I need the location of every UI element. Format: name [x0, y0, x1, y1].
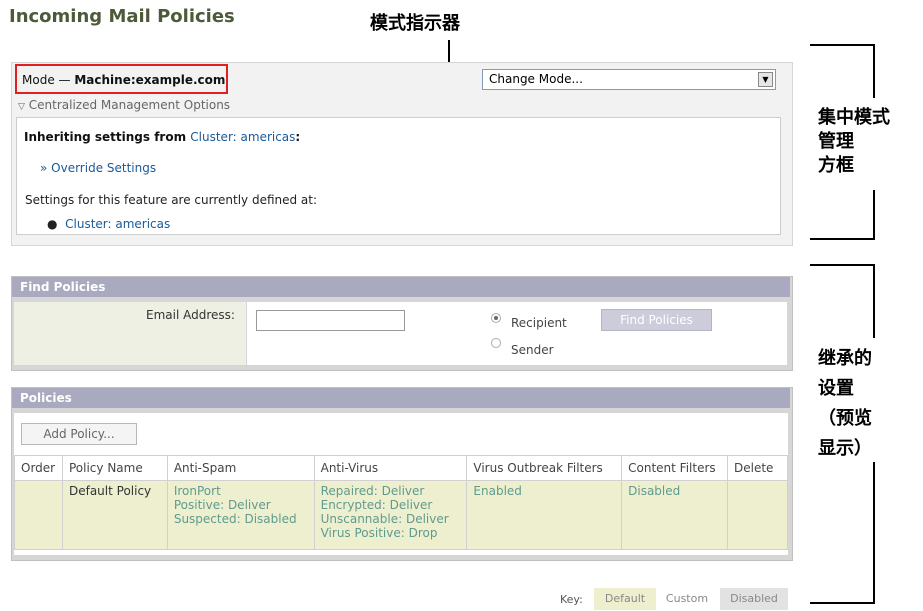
inheriting-line: Inheriting settings from Cluster: americ…: [24, 130, 300, 144]
bracket-vert-2a: [873, 264, 875, 338]
bracket-vert-1b: [873, 190, 875, 240]
col-delete: Delete: [726, 455, 789, 481]
find-policies-header: Find Policies: [12, 277, 790, 297]
defined-at-cluster-link[interactable]: Cluster: americas: [65, 217, 170, 231]
cmo-toggle-label: Centralized Management Options: [28, 98, 231, 112]
bracket-bottom-1: [810, 238, 874, 240]
add-policy-button[interactable]: Add Policy...: [21, 423, 137, 445]
email-address-input[interactable]: [256, 310, 405, 331]
defined-at-item: ● Cluster: americas: [47, 217, 170, 231]
find-policies-button[interactable]: Find Policies: [601, 309, 712, 331]
chevron-down-icon[interactable]: ▼: [758, 72, 773, 87]
sender-radio[interactable]: [491, 338, 501, 348]
inheriting-prefix: Inheriting settings from: [24, 130, 187, 144]
anti-virus-line-3[interactable]: Unscannable: Deliver: [321, 512, 461, 526]
content-filters-link[interactable]: Disabled: [628, 484, 721, 498]
change-mode-select[interactable]: Change Mode... ▼: [482, 69, 776, 90]
callout-inherited-line1: 继承的: [818, 348, 872, 369]
cell-order: [14, 480, 63, 550]
mode-indicator: Mode — Machine:example.com: [22, 73, 225, 87]
policies-table: Order Policy Name Anti-Spam Anti-Virus V…: [14, 455, 789, 550]
col-content-filters: Content Filters: [621, 455, 728, 481]
anti-virus-line-1[interactable]: Repaired: Deliver: [321, 484, 461, 498]
inheriting-cluster-link[interactable]: Cluster: americas: [190, 130, 295, 144]
callout-mode-indicator: 模式指示器: [370, 13, 460, 34]
override-settings-link[interactable]: » Override Settings: [40, 161, 156, 175]
sender-label: Sender: [511, 343, 554, 357]
callout-inherited: 继承的 设置 （预览 显示）: [818, 344, 872, 464]
callout-centralized-line3: 方框: [818, 155, 854, 176]
cell-anti-virus[interactable]: Repaired: Deliver Encrypted: Deliver Uns…: [313, 480, 468, 550]
callout-inherited-line2: 设置: [818, 378, 854, 399]
policies-header: Policies: [12, 388, 790, 408]
mode-value: Machine:example.com: [74, 73, 226, 87]
email-address-label: Email Address:: [146, 308, 235, 322]
anti-spam-line-3[interactable]: Suspected: Disabled: [174, 512, 308, 526]
cell-policy-name: Default Policy: [61, 480, 168, 550]
col-anti-spam: Anti-Spam: [166, 455, 315, 481]
key-label: Key:: [560, 593, 583, 606]
key-default: Default: [594, 588, 656, 610]
bracket-vert-2b: [873, 462, 875, 604]
cell-anti-spam[interactable]: IronPort Positive: Deliver Suspected: Di…: [166, 480, 315, 550]
bullet-icon: ●: [47, 217, 58, 231]
table-row: Default Policy IronPort Positive: Delive…: [14, 480, 789, 550]
change-mode-value: Change Mode...: [489, 72, 583, 86]
page-title: Incoming Mail Policies: [9, 6, 235, 27]
callout-centralized-box: 集中模式 管理 方框: [818, 106, 890, 178]
callout-centralized-line2: 管理: [818, 131, 854, 152]
recipient-label: Recipient: [511, 316, 567, 330]
col-anti-virus: Anti-Virus: [313, 455, 468, 481]
vof-link[interactable]: Enabled: [473, 484, 615, 498]
bracket-top-2: [810, 264, 874, 266]
cmo-toggle[interactable]: ▽ Centralized Management Options: [18, 98, 230, 112]
callout-inherited-line4: 显示）: [818, 438, 872, 459]
recipient-radio[interactable]: [491, 313, 501, 323]
col-policy-name: Policy Name: [61, 455, 168, 481]
anti-virus-line-4[interactable]: Virus Positive: Drop: [321, 526, 461, 540]
bracket-vert-1a: [873, 44, 875, 98]
anti-spam-line-2[interactable]: Positive: Deliver: [174, 498, 308, 512]
cell-content-filters[interactable]: Disabled: [621, 480, 728, 550]
bracket-top-1: [810, 44, 874, 46]
table-header-row: Order Policy Name Anti-Spam Anti-Virus V…: [14, 455, 789, 481]
callout-inherited-line3: （预览: [818, 408, 872, 429]
cell-vof[interactable]: Enabled: [466, 480, 623, 550]
cell-delete: [726, 480, 789, 550]
anti-spam-line-1[interactable]: IronPort: [174, 484, 308, 498]
key-custom: Custom: [656, 588, 718, 610]
anti-virus-line-2[interactable]: Encrypted: Deliver: [321, 498, 461, 512]
mode-prefix: Mode —: [22, 73, 71, 87]
col-order: Order: [14, 455, 63, 481]
callout-centralized-line1: 集中模式: [818, 107, 890, 128]
bracket-bottom-2: [810, 602, 874, 604]
inheriting-suffix: :: [295, 130, 301, 144]
key-disabled: Disabled: [720, 588, 788, 610]
col-vof: Virus Outbreak Filters: [466, 455, 623, 481]
settings-defined-text: Settings for this feature are currently …: [25, 193, 318, 207]
triangle-down-icon: ▽: [18, 102, 25, 112]
